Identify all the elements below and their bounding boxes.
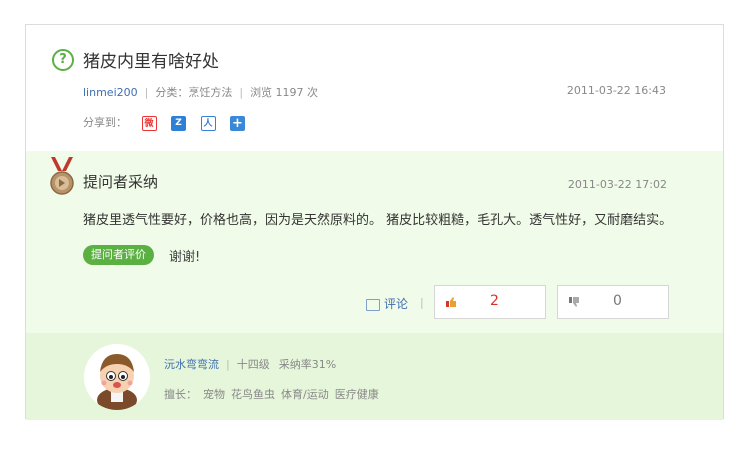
share-label: 分享到：	[83, 116, 127, 129]
meta-divider: |	[144, 86, 149, 99]
thumbs-down-icon	[569, 297, 579, 307]
asker-rating-badge: 提问者评价	[83, 245, 154, 265]
answerer-profile: 沅水弯弯流 | 十四级 采纳率31% 擅长： 宠物 花鸟鱼虫 体育/运动 医疗健康	[26, 333, 723, 420]
downvote-count: 0	[613, 293, 622, 309]
upvote-button[interactable]: 2	[434, 285, 546, 319]
meta-divider: |	[239, 86, 244, 99]
downvote-button[interactable]: 0	[557, 285, 669, 319]
answer-heading: 提问者采纳	[83, 173, 159, 191]
accepted-answer: 提问者采纳 2011-03-22 17:02 猪皮里透气性要好，价格也高，因为是…	[26, 151, 723, 333]
skill-tag[interactable]: 体育/运动	[281, 388, 329, 401]
asker-rating-text: 谢谢!	[169, 250, 201, 265]
profile-skills: 擅长： 宠物 花鸟鱼虫 体育/运动 医疗健康	[164, 386, 379, 402]
profile-divider: |	[226, 358, 230, 371]
thumbs-up-icon	[446, 297, 456, 307]
skill-tag[interactable]: 宠物	[203, 388, 225, 401]
comment-divider: |	[420, 296, 424, 309]
qzone-icon[interactable]: Z	[171, 115, 186, 131]
medal-icon	[50, 157, 74, 195]
category-text: 分类：烹饪方法	[155, 86, 233, 99]
question-mark-icon: ?	[52, 49, 74, 71]
share-bar: 分享到： 微 Z 人 +	[83, 114, 245, 131]
renren-icon[interactable]: 人	[200, 115, 216, 131]
answerer-name-link[interactable]: 沅水弯弯流	[164, 358, 219, 371]
comment-button[interactable]: 评论	[366, 295, 408, 312]
asker-link[interactable]: linmei200	[83, 86, 138, 99]
avatar[interactable]	[84, 344, 150, 410]
question-title: 猪皮内里有啥好处	[83, 52, 219, 72]
upvote-count: 2	[490, 293, 499, 309]
comment-label: 评论	[384, 297, 409, 311]
views-text: 浏览 1197 次	[250, 86, 319, 99]
skills-label: 擅长：	[164, 388, 197, 401]
adopt-rate-text: 采纳率31%	[278, 358, 337, 371]
skill-tag[interactable]: 花鸟鱼虫	[231, 388, 275, 401]
profile-summary: 沅水弯弯流 | 十四级 采纳率31%	[164, 356, 336, 372]
more-share-icon[interactable]: +	[230, 115, 245, 131]
question-time: 2011-03-22 16:43	[566, 84, 666, 97]
answer-time: 2011-03-22 17:02	[567, 178, 667, 191]
level-text: 十四级	[236, 358, 270, 371]
question-meta: linmei200 | 分类：烹饪方法 | 浏览 1197 次	[83, 84, 318, 100]
skill-tag[interactable]: 医疗健康	[335, 388, 379, 401]
comment-icon	[366, 298, 380, 311]
question-card: ? 猪皮内里有啥好处 linmei200 | 分类：烹饪方法 | 浏览 1197 次 2…	[25, 24, 724, 420]
answer-text: 猪皮里透气性要好，价格也高，因为是天然原料的。 猪皮比较粗糙，毛孔大。透气性好，…	[83, 213, 673, 228]
weibo-icon[interactable]: 微	[141, 115, 157, 131]
